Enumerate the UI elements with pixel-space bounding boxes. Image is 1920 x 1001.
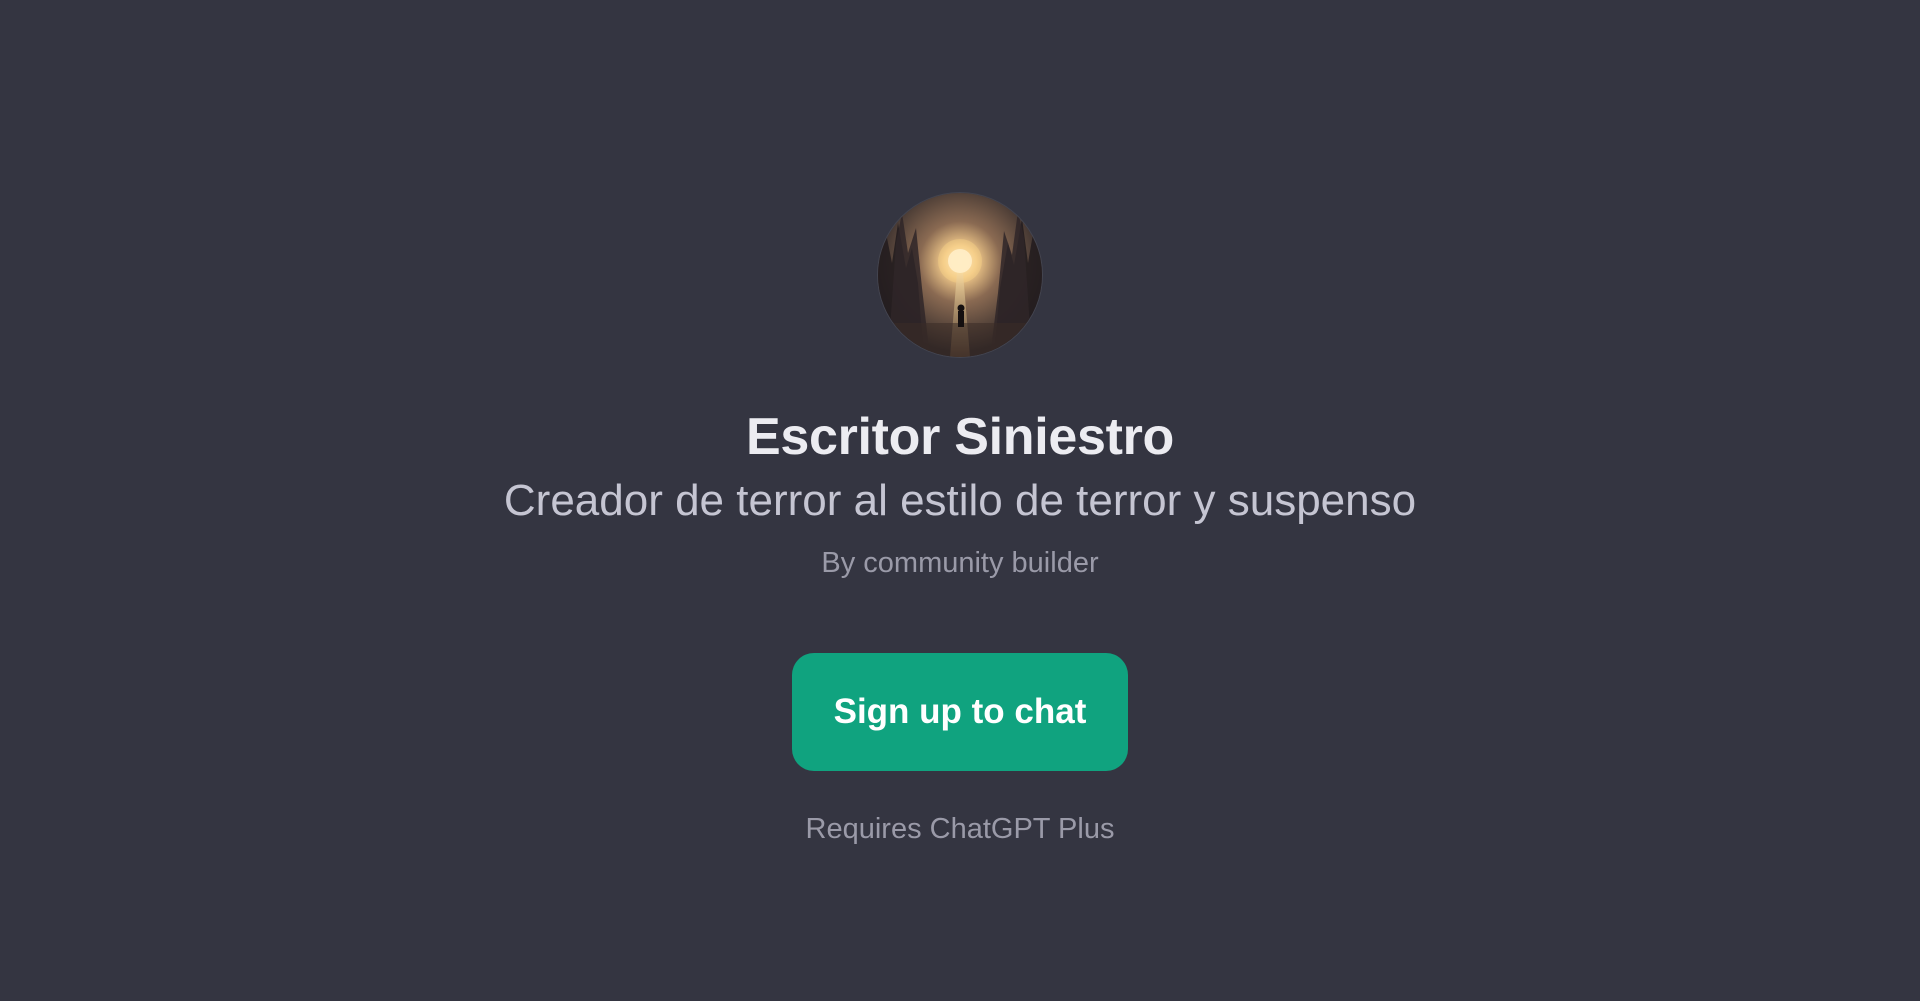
gpt-landing-page: Escritor Siniestro Creador de terror al …	[0, 0, 1920, 1001]
gpt-description: Creador de terror al estilo de terror y …	[503, 476, 1417, 525]
sign-up-to-chat-button[interactable]: Sign up to chat	[792, 653, 1128, 771]
gpt-avatar	[878, 193, 1042, 357]
gpt-profile: Escritor Siniestro Creador de terror al …	[0, 0, 1920, 847]
gpt-author: By community builder	[821, 547, 1099, 579]
gothic-city-image-icon	[878, 193, 1042, 357]
plan-requirement-note: Requires ChatGPT Plus	[805, 813, 1115, 845]
gpt-title: Escritor Siniestro	[745, 408, 1175, 466]
